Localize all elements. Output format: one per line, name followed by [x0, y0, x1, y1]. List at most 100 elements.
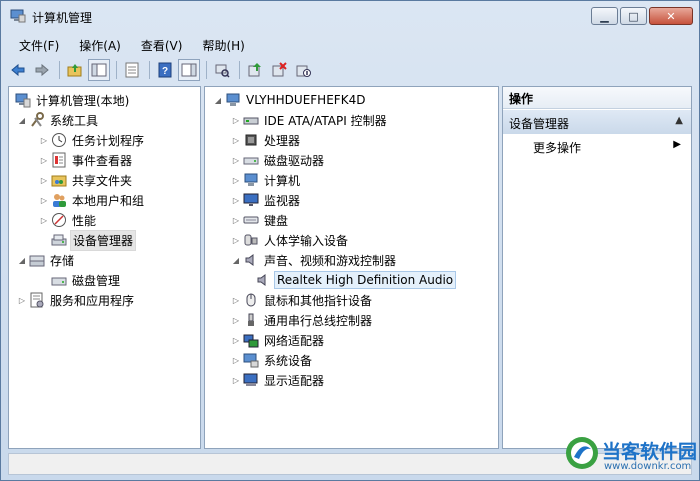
show-hide-action-pane-button[interactable] — [178, 59, 200, 81]
actions-group-device-manager[interactable]: 设备管理器 ▲ — [503, 110, 691, 134]
clock-icon — [51, 132, 67, 148]
tree-item-task-scheduler[interactable]: ▷ 任务计划程序 — [39, 130, 146, 150]
speaker-icon — [255, 272, 271, 288]
device-category-label: 通用串行总线控制器 — [264, 313, 373, 328]
collapse-arrow-icon[interactable]: ◢ — [231, 255, 241, 265]
tree-item-shared-folders[interactable]: ▷ 共享文件夹 — [39, 170, 134, 190]
tree-item-device-manager[interactable]: 设备管理器 — [49, 229, 137, 251]
expand-arrow-icon[interactable]: ▷ — [39, 155, 49, 165]
storage-icon — [29, 252, 45, 268]
submenu-arrow-icon[interactable]: ▶ — [673, 139, 681, 150]
export-list-button[interactable] — [121, 59, 143, 81]
expand-arrow-icon[interactable]: ▷ — [231, 295, 241, 305]
device-category-system[interactable]: ▷ 系统设备 — [231, 350, 314, 370]
tree-item-disk-management[interactable]: 磁盘管理 — [49, 270, 122, 290]
computer-management-icon — [10, 9, 26, 23]
expand-arrow-icon[interactable]: ▷ — [231, 315, 241, 325]
back-arrow-icon — [11, 63, 25, 77]
menu-help[interactable]: 帮助(H) — [192, 35, 254, 55]
close-button[interactable]: ✕ — [649, 7, 693, 25]
title-bar[interactable]: 计算机管理 ▁ □ ✕ — [1, 1, 699, 31]
expand-arrow-icon[interactable]: ▷ — [231, 135, 241, 145]
disable-device-button[interactable] — [292, 59, 314, 81]
tree-label: 系统工具 — [50, 113, 99, 128]
tree-item-root[interactable]: 计算机管理(本地) — [13, 90, 131, 110]
uninstall-device-button[interactable] — [268, 59, 290, 81]
device-category-display[interactable]: ▷ 显示适配器 — [231, 370, 326, 390]
expand-arrow-icon[interactable]: ▷ — [39, 195, 49, 205]
up-one-level-button[interactable] — [64, 59, 86, 81]
expand-arrow-icon[interactable]: ▷ — [231, 335, 241, 345]
help-button[interactable]: ? — [154, 59, 176, 81]
collapse-arrow-icon[interactable]: ◢ — [17, 115, 27, 125]
device-category-label: 处理器 — [264, 133, 301, 148]
services-icon — [29, 292, 45, 308]
toolbar-separator — [149, 61, 150, 79]
expand-arrow-icon[interactable]: ▷ — [231, 115, 241, 125]
collapse-caret-icon[interactable]: ▲ — [675, 115, 683, 126]
expand-arrow-icon[interactable]: ▷ — [231, 195, 241, 205]
tree-label: 计算机管理(本地) — [36, 93, 130, 108]
device-realtek-audio[interactable]: Realtek High Definition Audio — [253, 270, 457, 290]
device-category-disk-drives[interactable]: ▷ 磁盘驱动器 — [231, 150, 326, 170]
device-category-computer[interactable]: ▷ 计算机 — [231, 170, 302, 190]
tree-item-services-apps[interactable]: ▷ 服务和应用程序 — [17, 290, 136, 310]
tree-item-performance[interactable]: ▷ 性能 — [39, 210, 98, 230]
expand-arrow-icon[interactable]: ▷ — [39, 135, 49, 145]
watermark-url: www.downkr.com — [604, 461, 692, 472]
hid-icon — [243, 232, 259, 248]
console-tree-pane[interactable]: 计算机管理(本地) ◢ 系统工具 ▷ 任务计划程序 ▷ 事件查看器 ▷ 共享文件… — [8, 86, 201, 449]
expand-arrow-icon[interactable]: ▷ — [39, 215, 49, 225]
scan-hardware-icon — [215, 64, 230, 78]
tree-label: 设备管理器 — [70, 229, 137, 251]
event-viewer-icon — [51, 152, 67, 168]
tree-label: 共享文件夹 — [72, 173, 133, 188]
device-category-sound[interactable]: ◢ 声音、视频和游戏控制器 — [231, 250, 398, 270]
expand-arrow-icon[interactable]: ▷ — [231, 235, 241, 245]
update-driver-button[interactable] — [244, 59, 266, 81]
device-category-keyboards[interactable]: ▷ 键盘 — [231, 210, 290, 230]
usb-icon — [243, 312, 259, 328]
menu-file[interactable]: 文件(F) — [9, 35, 69, 55]
watermark-logo-icon — [566, 437, 598, 469]
tree-item-event-viewer[interactable]: ▷ 事件查看器 — [39, 150, 134, 170]
scan-hardware-button[interactable] — [211, 59, 233, 81]
tree-label: 服务和应用程序 — [50, 293, 135, 308]
collapse-arrow-icon[interactable]: ◢ — [213, 95, 223, 105]
expand-arrow-icon[interactable]: ▷ — [231, 175, 241, 185]
expand-arrow-icon[interactable]: ▷ — [231, 355, 241, 365]
console-tree-icon — [91, 63, 107, 77]
tree-label: 事件查看器 — [72, 153, 133, 168]
tree-item-storage[interactable]: ◢ 存储 — [17, 250, 76, 270]
expand-arrow-icon[interactable]: ▷ — [231, 375, 241, 385]
expand-arrow-icon[interactable]: ▷ — [17, 295, 27, 305]
toolbar: ? — [7, 58, 693, 82]
device-category-usb[interactable]: ▷ 通用串行总线控制器 — [231, 310, 374, 330]
device-category-network[interactable]: ▷ 网络适配器 — [231, 330, 326, 350]
device-category-hid[interactable]: ▷ 人体学输入设备 — [231, 230, 350, 250]
maximize-button[interactable]: □ — [620, 7, 647, 25]
collapse-arrow-icon[interactable]: ◢ — [17, 255, 27, 265]
expand-arrow-icon[interactable]: ▷ — [231, 215, 241, 225]
device-tree-pane[interactable]: ◢ VLYHHDUEFHEFK4D ▷ IDE ATA/ATAPI 控制器 ▷ … — [204, 86, 499, 449]
expand-arrow-icon[interactable]: ▷ — [39, 175, 49, 185]
show-hide-tree-button[interactable] — [88, 59, 110, 81]
device-category-monitors[interactable]: ▷ 监视器 — [231, 190, 302, 210]
device-category-ide[interactable]: ▷ IDE ATA/ATAPI 控制器 — [231, 110, 389, 130]
back-button[interactable] — [7, 59, 29, 81]
device-category-processor[interactable]: ▷ 处理器 — [231, 130, 302, 150]
tree-item-local-users[interactable]: ▷ 本地用户和组 — [39, 190, 146, 210]
device-category-mice[interactable]: ▷ 鼠标和其他指针设备 — [231, 290, 374, 310]
minimize-button[interactable]: ▁ — [591, 7, 618, 25]
window-title: 计算机管理 — [32, 11, 93, 25]
device-root[interactable]: ◢ VLYHHDUEFHEFK4D — [213, 90, 367, 110]
system-device-icon — [243, 352, 259, 368]
device-category-label: 网络适配器 — [264, 333, 325, 348]
menu-action[interactable]: 操作(A) — [69, 35, 131, 55]
device-category-label: 键盘 — [264, 213, 289, 228]
more-actions-item[interactable]: 更多操作 — [533, 139, 581, 156]
tree-item-system-tools[interactable]: ◢ 系统工具 — [17, 110, 100, 130]
forward-button[interactable] — [31, 59, 53, 81]
menu-view[interactable]: 查看(V) — [131, 35, 193, 55]
expand-arrow-icon[interactable]: ▷ — [231, 155, 241, 165]
